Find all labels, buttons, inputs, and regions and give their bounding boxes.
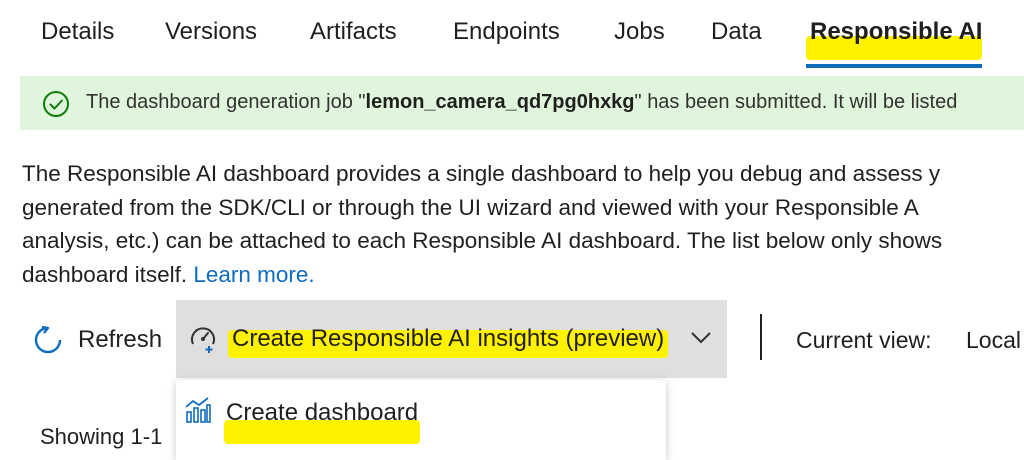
tab-endpoints[interactable]: Endpoints	[453, 18, 560, 46]
tab-details[interactable]: Details	[41, 18, 114, 46]
create-dropdown-menu: Create dashboard	[176, 380, 666, 460]
tab-artifacts[interactable]: Artifacts	[310, 18, 397, 46]
create-insights-button[interactable]: Create Responsible AI insights (preview)	[176, 300, 727, 378]
refresh-icon	[34, 325, 62, 354]
tab-jobs[interactable]: Jobs	[614, 18, 665, 46]
chevron-down-icon	[691, 332, 711, 344]
learn-more-link[interactable]: Learn more.	[193, 262, 314, 287]
job-name: lemon_camera_qd7pg0hxkg	[365, 91, 635, 113]
toolbar: Refresh Create Responsible AI insights (…	[0, 300, 1024, 380]
tab-data[interactable]: Data	[711, 18, 762, 46]
current-view-label: Current view:	[796, 327, 932, 353]
description-text: The Responsible AI dashboard provides a …	[22, 161, 943, 287]
active-tab-indicator	[806, 64, 982, 68]
create-dashboard-item[interactable]: Create dashboard	[176, 380, 666, 446]
chart-icon	[185, 397, 211, 423]
tab-versions[interactable]: Versions	[165, 18, 257, 46]
gauge-add-icon	[191, 327, 215, 353]
banner-message: The dashboard generation job "lemon_came…	[86, 91, 958, 113]
showing-count: Showing 1-1	[40, 424, 163, 449]
success-banner: The dashboard generation job "lemon_came…	[20, 76, 1024, 130]
refresh-button[interactable]: Refresh	[32, 322, 162, 358]
tab-responsible-ai[interactable]: Responsible AI	[810, 18, 982, 46]
tab-bar: Details Versions Artifacts Endpoints Job…	[0, 0, 1024, 72]
toolbar-divider	[760, 314, 762, 360]
current-view-selector[interactable]: Local	[966, 327, 1021, 354]
checkmark-circle-icon	[43, 91, 69, 117]
